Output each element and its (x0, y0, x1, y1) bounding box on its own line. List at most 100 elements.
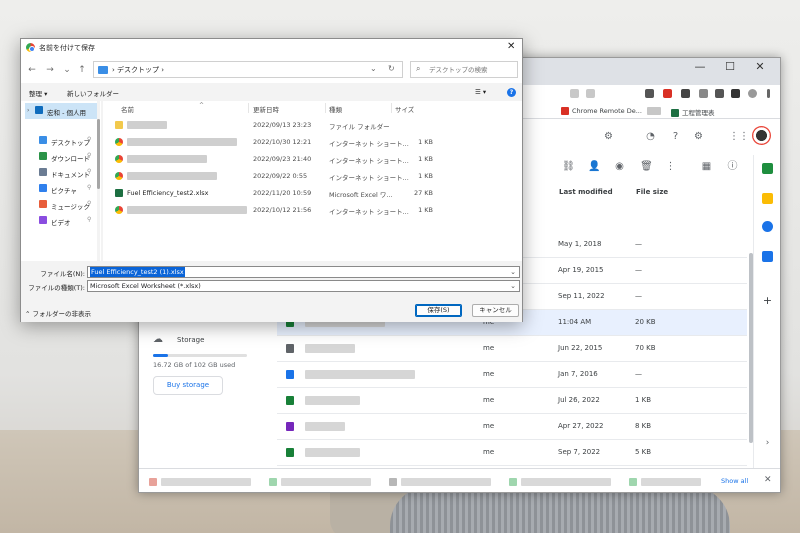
nav-item[interactable]: ダウンロード ⚲ (25, 149, 99, 165)
extension-icon[interactable] (681, 89, 690, 98)
file-name-redacted[interactable] (305, 370, 415, 379)
contacts-icon[interactable] (762, 251, 773, 262)
table-row[interactable]: me Jul 26, 2022 1 KB (277, 388, 747, 414)
file-row[interactable]: 2022/09/13 23:23 ファイル フォルダー (111, 117, 441, 133)
file-row[interactable]: 2022/09/23 21:40 インターネット ショート... 1 KB (111, 151, 441, 167)
bookmark-star-icon[interactable] (586, 89, 595, 98)
info-icon[interactable]: ⓘ (726, 160, 739, 173)
back-arrow-icon[interactable]: ← (27, 65, 37, 75)
table-row[interactable]: me Jun 22, 2015 70 KB (277, 336, 747, 362)
view-options-menu[interactable]: ☰ ▾ (475, 88, 486, 96)
download-item-icon[interactable] (149, 478, 157, 486)
up-arrow-icon[interactable]: ↑ (77, 65, 87, 75)
column-type[interactable]: 種類 (329, 104, 342, 114)
table-row[interactable]: me Sep 7, 2022 5 KB (277, 440, 747, 466)
nav-item[interactable]: ピクチャ ⚲ (25, 181, 99, 197)
help-icon[interactable]: ? (669, 130, 682, 143)
extension-icon[interactable] (699, 89, 708, 98)
address-bar[interactable]: › デスクトップ › ⌄ ↻ (93, 61, 403, 78)
navigation-pane-scrollbar[interactable] (97, 101, 100, 261)
cancel-button[interactable]: キャンセル (472, 304, 519, 317)
minimize-button[interactable]: — (686, 60, 714, 74)
close-downloads-bar-icon[interactable]: ✕ (764, 475, 772, 485)
keep-icon[interactable] (762, 193, 773, 204)
bookmark-process-table[interactable]: 工程管理表 (671, 107, 715, 117)
extension-icon[interactable] (645, 89, 654, 98)
column-name[interactable]: 名前 ^ (121, 102, 204, 114)
file-name-redacted[interactable] (305, 396, 360, 405)
table-row[interactable]: me Jan 7, 2016 — (277, 362, 747, 388)
nav-item[interactable]: ビデオ ⚲ (25, 213, 99, 229)
extension-icon[interactable] (663, 89, 672, 98)
recent-locations-chevron-icon[interactable]: ⌄ (62, 65, 72, 75)
download-item-icon[interactable] (269, 478, 277, 486)
expand-panel-icon[interactable]: › (762, 438, 773, 449)
file-name-redacted[interactable] (305, 448, 360, 457)
nav-item[interactable]: ドキュメント ⚲ (25, 165, 99, 181)
filename-value[interactable]: Fuel Efficiency_test2 (1).xlsx (90, 267, 185, 277)
bookmark-item[interactable] (647, 107, 664, 115)
apps-grid-icon[interactable]: ⋮⋮ (729, 130, 749, 143)
filetype-dropdown-icon[interactable]: ⌄ (510, 281, 516, 291)
download-item[interactable] (521, 478, 611, 486)
hide-folders-toggle[interactable]: ⌃ フォルダーの非表示 (25, 308, 91, 318)
sidepanel-icon[interactable] (731, 89, 740, 98)
column-size[interactable]: サイズ (395, 104, 414, 114)
more-vert-icon[interactable]: ⋮ (664, 160, 677, 173)
download-item-icon[interactable] (509, 478, 517, 486)
nav-item[interactable]: ミュージック ⚲ (25, 197, 99, 213)
account-avatar[interactable] (752, 126, 771, 145)
buy-storage-button[interactable]: Buy storage (153, 376, 223, 395)
share-icon[interactable] (570, 89, 579, 98)
show-all-downloads-link[interactable]: Show all (721, 477, 748, 485)
column-file-size[interactable]: File size (636, 188, 668, 196)
column-date-modified[interactable]: 更新日時 (253, 104, 279, 114)
file-row[interactable]: 2022/10/12 21:56 インターネット ショート... 1 KB (111, 202, 441, 218)
close-window-button[interactable]: ✕ (746, 60, 774, 74)
save-button[interactable]: 保存(S) (415, 304, 462, 317)
forward-arrow-icon[interactable]: → (45, 65, 55, 75)
preview-eye-icon[interactable]: ◉ (613, 160, 626, 173)
filter-settings-icon[interactable]: ⚙ (602, 130, 615, 143)
download-item-icon[interactable] (629, 478, 637, 486)
download-item-icon[interactable] (389, 478, 397, 486)
profile-icon[interactable] (748, 89, 757, 98)
column-last-modified[interactable]: Last modified (559, 188, 613, 196)
maximize-button[interactable]: ☐ (716, 60, 744, 74)
help-icon[interactable]: ? (507, 88, 516, 97)
trash-icon[interactable]: 🗑 (640, 160, 653, 173)
storage-label[interactable]: Storage (177, 336, 204, 344)
tasks-icon[interactable] (762, 221, 773, 232)
nav-item[interactable]: デスクトップ ⚲ (25, 133, 99, 149)
search-input[interactable] (429, 64, 515, 76)
address-path[interactable]: › デスクトップ › (112, 65, 164, 75)
download-item[interactable] (281, 478, 371, 486)
expand-arrow-icon[interactable]: › (27, 107, 29, 114)
menu-icon[interactable] (767, 89, 770, 98)
search-box[interactable]: ⌕ (410, 61, 518, 78)
download-item[interactable] (161, 478, 251, 486)
scrollbar-thumb[interactable] (97, 119, 100, 189)
add-addon-icon[interactable]: + (762, 295, 773, 306)
filename-dropdown-icon[interactable]: ⌄ (510, 267, 516, 277)
dialog-close-icon[interactable]: ✕ (507, 41, 515, 52)
filename-input[interactable]: Fuel Efficiency_test2 (1).xlsx ⌄ (87, 266, 520, 278)
filetype-select[interactable]: Microsoft Excel Worksheet (*.xlsx) ⌄ (87, 280, 520, 292)
offline-status-icon[interactable]: ◔ (644, 130, 657, 143)
file-name-redacted[interactable] (305, 344, 355, 353)
settings-gear-icon[interactable]: ⚙ (692, 130, 705, 143)
share-person-icon[interactable]: 👤 (588, 160, 601, 173)
extension-icon[interactable] (715, 89, 724, 98)
bookmark-chrome-remote-desktop[interactable]: Chrome Remote De... (561, 107, 642, 115)
grid-view-icon[interactable]: ▦ (700, 160, 713, 173)
file-row[interactable]: 2022/09/22 0:55 インターネット ショート... 1 KB (111, 168, 441, 184)
organize-menu[interactable]: 整理 ▾ (29, 88, 47, 98)
refresh-icon[interactable]: ↻ (388, 64, 395, 73)
nav-item[interactable]: › 宏和 - 個人用 (25, 103, 99, 119)
file-row[interactable]: 2022/10/30 12:21 インターネット ショート... 1 KB (111, 134, 441, 150)
calendar-icon[interactable] (762, 163, 773, 174)
address-dropdown-icon[interactable]: ⌄ (370, 64, 377, 73)
download-item[interactable] (401, 478, 491, 486)
link-icon[interactable]: ⛓ (562, 160, 575, 173)
new-folder-button[interactable]: 新しいフォルダー (67, 88, 119, 98)
